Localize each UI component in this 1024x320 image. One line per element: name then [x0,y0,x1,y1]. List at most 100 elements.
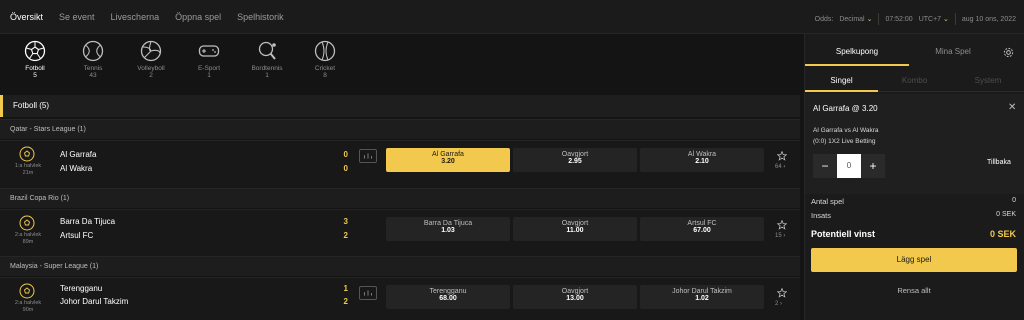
nav-overview[interactable]: Översikt [10,12,43,22]
match-row: 2:a halvlek 89m Barra Da Tijuca Artsul F… [0,209,800,257]
sport-count: 1 [265,72,269,79]
timezone-value: UTC+7 [918,16,942,23]
odd-home-button[interactable]: Barra Da Tijuca 1.03 [386,217,510,241]
odd-home-button[interactable]: Terengganu 68.00 [386,285,510,309]
bet-slip-tabs: Spelkupong Mina Spel [805,38,1024,66]
section-count: (5) [39,101,50,110]
stats-icon[interactable] [359,149,377,163]
tab-system[interactable]: System [951,70,1024,92]
sport-count: 2 [149,72,153,79]
volleyball-icon [140,40,162,62]
timezone-select[interactable]: UTC+7 ⌄ [919,15,949,23]
more-markets-link[interactable]: 15 › [775,233,785,239]
odd-label: Al Wakra [687,151,717,158]
odd-label: Johor Darul Takzim [672,288,732,295]
odd-label: Artsul FC [687,220,717,227]
odd-draw-button[interactable]: Oavgjort 2.95 [513,148,637,172]
nav-open-bets[interactable]: Öppna spel [175,12,221,22]
odd-draw-button[interactable]: Oavgjort 13.00 [513,285,637,309]
decrease-stake-button[interactable]: − [813,154,837,178]
away-team[interactable]: Artsul FC [60,231,93,240]
away-team[interactable]: Johor Darul Takzim [60,297,128,306]
league-header[interactable]: Malaysia - Super League (1) [0,256,800,276]
sport-cricket[interactable]: Cricket 8 [296,34,354,92]
odd-away-button[interactable]: Johor Darul Takzim 1.02 [640,285,764,309]
away-score: 2 [343,297,348,306]
match-status: 2:a halvlek 90m [6,300,50,314]
top-bar: Översikt Se event Livescherna Öppna spel… [0,0,1024,34]
back-link[interactable]: Tillbaka [987,159,1011,166]
sport-name: Cricket [314,65,336,72]
chevron-down-icon: ⌄ [943,16,949,23]
tab-combo[interactable]: Kombo [878,70,951,92]
odd-value: 1.03 [441,227,455,234]
football-icon [19,215,35,231]
clear-all-button[interactable]: Rensa allt [811,281,1017,301]
odds-label: Odds: [814,15,834,23]
selection-title: Al Garrafa @ 3.20 [813,104,878,113]
odd-away-button[interactable]: Al Wakra 2.10 [640,148,764,172]
place-bet-button[interactable]: Lägg spel [811,248,1017,272]
sport-name: Volleyboll [137,65,165,72]
odds-format-select[interactable]: Decimal ⌄ [839,15,872,23]
sport-volleyball[interactable]: Volleyboll 2 [122,34,180,92]
home-team[interactable]: Terengganu [60,284,102,293]
sports-menu: Fotboll 5 Tennis 43 Volleyboll 2 E-Sport [0,34,800,92]
close-icon[interactable]: ✕ [1008,102,1016,113]
football-icon [24,40,46,62]
more-markets-count: 64 [775,164,782,170]
home-team[interactable]: Al Garrafa [60,150,96,159]
home-score: 3 [343,217,348,226]
section-title: Fotboll [13,101,38,110]
clock: 07:52:00 [885,15,913,23]
odd-value: 11.00 [566,227,584,234]
bet-count-value: 0 [1012,197,1016,204]
sport-esport[interactable]: E-Sport 1 [180,34,238,92]
odd-draw-button[interactable]: Oavgjort 11.00 [513,217,637,241]
bet-count-label: Antal spel [811,197,844,206]
away-team[interactable]: Al Wakra [60,164,92,173]
home-score: 0 [343,150,348,159]
stats-icon[interactable] [359,286,377,300]
chevron-right-icon: › [783,233,786,239]
divider [954,13,956,25]
match-status: 2:a halvlek 89m [6,232,50,246]
star-icon[interactable] [777,220,787,230]
odd-home-button[interactable]: Al Garrafa 3.20 [386,148,510,172]
away-score: 0 [343,164,348,173]
sport-tennis[interactable]: Tennis 43 [64,34,122,92]
selection-match: Al Garrafa vs Al Wakra [813,127,879,134]
sport-football[interactable]: Fotboll 5 [6,34,64,92]
more-markets-link[interactable]: 64 › [775,164,785,170]
match-row: 2:a halvlek 90m Terengganu Johor Darul T… [0,277,800,320]
chevron-right-icon: › [783,164,786,170]
sport-count: 5 [33,72,37,79]
match-period: 2:a halvlek [14,300,42,306]
nav-bet-history[interactable]: Spelhistorik [237,12,284,22]
more-markets-count: 15 [775,233,782,239]
sport-count: 43 [89,72,97,79]
star-icon[interactable] [777,288,787,298]
sport-table-tennis[interactable]: Bordtennis 1 [238,34,296,92]
league-header[interactable]: Qatar - Stars League (1) [0,119,800,139]
odd-value: 1.02 [695,295,709,302]
odd-label: Oavgjort [561,288,589,295]
nav-live-schedule[interactable]: Livescherna [111,12,160,22]
top-right-info: Odds: Decimal ⌄ 07:52:00 UTC+7 ⌄ aug 10 … [815,13,1016,25]
more-markets-link[interactable]: 2 › [775,301,782,307]
stake-input[interactable]: 0 [837,154,861,178]
odd-value: 68.00 [439,295,457,302]
potential-win-value: 0 SEK [989,229,1016,239]
tab-bet-slip[interactable]: Spelkupong [805,38,909,66]
odd-away-button[interactable]: Artsul FC 67.00 [640,217,764,241]
home-team[interactable]: Barra Da Tijuca [60,217,115,226]
tab-my-bets[interactable]: Mina Spel [909,38,997,66]
league-header[interactable]: Brazil Copa Rio (1) [0,188,800,208]
tab-single[interactable]: Singel [805,70,878,92]
gear-icon[interactable] [1003,47,1014,58]
increase-stake-button[interactable]: + [861,154,885,178]
nav-see-event[interactable]: Se event [59,12,95,22]
star-icon[interactable] [777,151,787,161]
potential-win-label: Potentiell vinst [811,229,876,239]
match-row: 1:a halvlek 21m Al Garrafa Al Wakra 0 0 … [0,140,800,188]
